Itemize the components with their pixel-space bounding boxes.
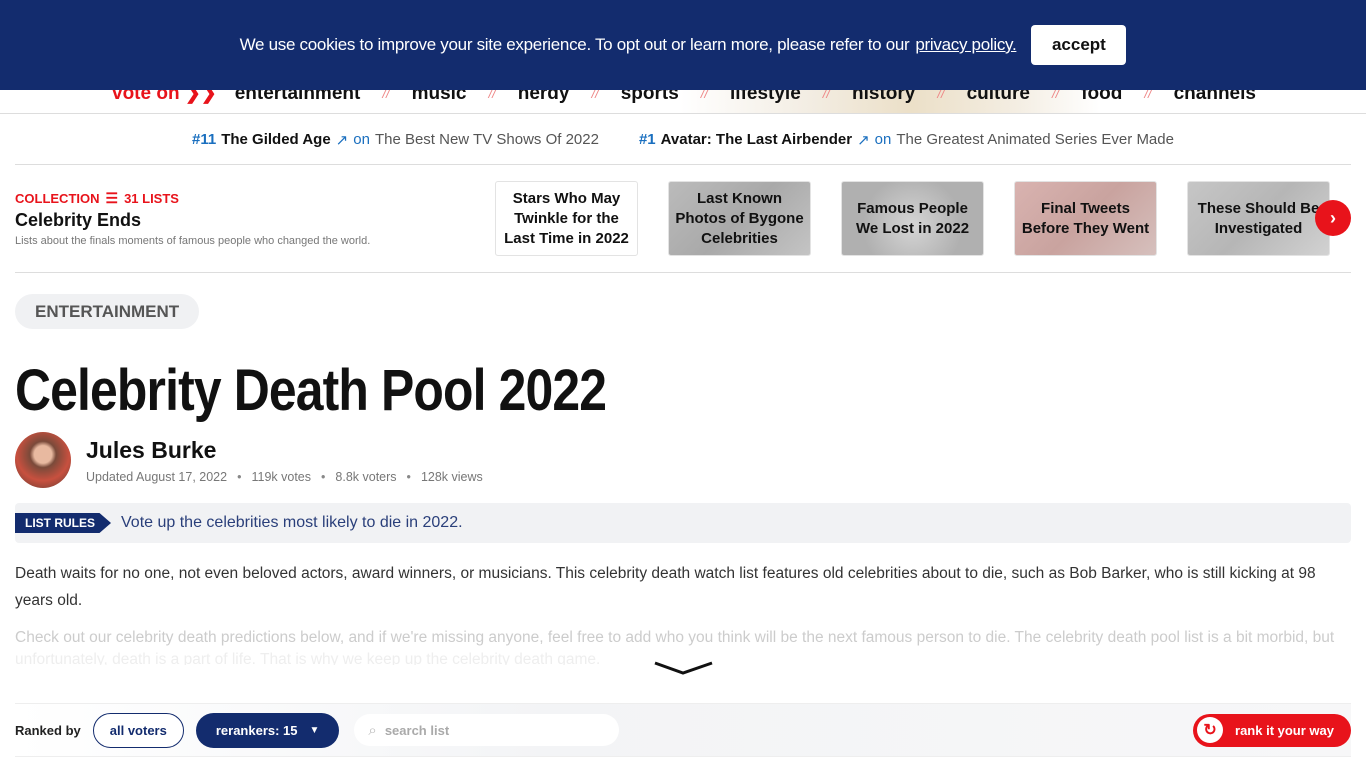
meta-separator: •: [406, 470, 411, 484]
rank-it-your-way-label: rank it your way: [1235, 722, 1334, 738]
meta-separator: •: [321, 470, 326, 484]
rank-it-your-way-button[interactable]: ↻ rank it your way: [1193, 713, 1351, 747]
trending-item[interactable]: #1 Avatar: The Last Airbender ↗ on The G…: [639, 131, 1174, 149]
trend-list-name: The Best New TV Shows Of 2022: [374, 131, 599, 148]
vote-count: 119k votes: [251, 470, 312, 484]
ranking-toolbar: Ranked by all voters rerankers: 15 ▼ ⌕ ↻…: [15, 703, 1351, 757]
privacy-policy-link[interactable]: privacy policy.: [915, 35, 1016, 55]
caret-down-icon: ▼: [309, 724, 320, 736]
trending-up-icon: ↗: [857, 131, 870, 149]
rerankers-label: rerankers: 15: [215, 722, 298, 738]
collection-description: Lists about the finals moments of famous…: [15, 235, 371, 247]
collection-section: COLLECTION ☰ 31 LISTS Celebrity Ends Lis…: [15, 166, 1351, 273]
list-rules-tag: LIST RULES: [15, 513, 112, 533]
category-pill[interactable]: ENTERTAINMENT: [15, 294, 200, 329]
trend-title: Avatar: The Last Airbender: [660, 131, 853, 148]
list-rules: LIST RULES Vote up the celebrities most …: [15, 503, 1351, 543]
collection-card[interactable]: Famous People We Lost in 2022: [841, 181, 984, 256]
trend-rank: #11: [192, 131, 217, 148]
cookie-banner: We use cookies to improve your site expe…: [0, 0, 1366, 90]
collection-label-text: COLLECTION: [15, 191, 100, 206]
search-box: ⌕: [354, 714, 620, 746]
collection-card[interactable]: Final Tweets Before They Went: [1014, 181, 1157, 256]
search-icon: ⌕: [368, 721, 377, 739]
description-paragraph-faded: Check out our celebrity death prediction…: [15, 629, 1335, 646]
collection-info[interactable]: COLLECTION ☰ 31 LISTS Celebrity Ends Lis…: [15, 190, 370, 247]
trend-on: on: [874, 131, 892, 148]
accept-cookies-button[interactable]: accept: [1031, 25, 1127, 65]
trend-list-name: The Greatest Animated Series Ever Made: [896, 131, 1174, 148]
list-rules-text: Vote up the celebrities most likely to d…: [121, 514, 463, 531]
refresh-icon: ↻: [1197, 717, 1224, 743]
meta-separator: •: [237, 470, 242, 484]
all-voters-button[interactable]: all voters: [92, 712, 184, 748]
trend-rank: #1: [638, 131, 656, 148]
description-paragraph: Death waits for no one, not even beloved…: [15, 565, 1316, 609]
carousel-next-button[interactable]: ›: [1315, 200, 1351, 236]
expand-description-button[interactable]: [654, 658, 714, 678]
collection-card[interactable]: These Should Be Investigated: [1187, 181, 1330, 256]
rerankers-dropdown[interactable]: rerankers: 15 ▼: [195, 712, 340, 748]
author-avatar[interactable]: [15, 432, 71, 488]
author-name[interactable]: Jules Burke: [86, 437, 216, 464]
collection-count: 31 LISTS: [124, 191, 179, 206]
collection-label: COLLECTION ☰ 31 LISTS: [15, 190, 370, 207]
list-meta: Updated August 17, 2022 • 119k votes • 8…: [86, 470, 483, 484]
layers-icon: ☰: [105, 190, 119, 206]
trending-up-icon: ↗: [335, 131, 349, 149]
updated-date: Updated August 17, 2022: [86, 470, 228, 484]
trend-on: on: [353, 131, 370, 148]
cookie-message: We use cookies to improve your site expe…: [239, 35, 910, 54]
page-title: Celebrity Death Pool 2022: [15, 358, 607, 423]
trending-bar: #11 The Gilded Age ↗ on The Best New TV …: [15, 115, 1351, 165]
collection-cards: Stars Who May Twinkle for the Last Time …: [495, 181, 1330, 256]
collection-title: Celebrity Ends: [15, 210, 142, 230]
trending-item[interactable]: #11 The Gilded Age ↗ on The Best New TV …: [192, 131, 599, 149]
voter-count: 8.8k voters: [335, 470, 397, 484]
view-count: 128k views: [420, 470, 483, 484]
search-list-input[interactable]: [384, 722, 585, 738]
trend-title: The Gilded Age: [221, 131, 331, 148]
collection-card[interactable]: Last Known Photos of Bygone Celebrities: [668, 181, 811, 256]
chevron-down-icon: [654, 661, 713, 675]
chevron-right-icon: ›: [1330, 207, 1336, 228]
collection-card[interactable]: Stars Who May Twinkle for the Last Time …: [495, 181, 638, 256]
ranked-by-label: Ranked by: [15, 722, 81, 738]
